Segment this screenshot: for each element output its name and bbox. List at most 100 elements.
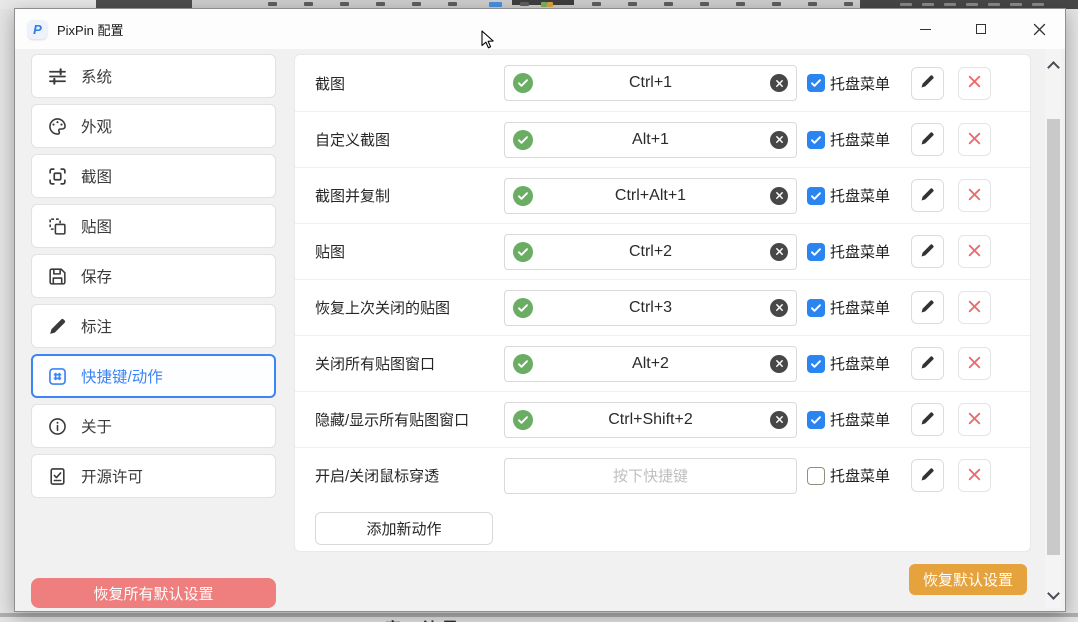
delete-action-button[interactable] <box>958 235 991 268</box>
edit-action-button[interactable] <box>911 235 944 268</box>
delete-x-icon <box>967 187 982 205</box>
tray-menu-option[interactable]: 托盘菜单 <box>807 353 890 374</box>
clear-hotkey-icon[interactable] <box>770 243 788 261</box>
maximize-button[interactable] <box>958 9 1004 49</box>
background-icon-mark <box>628 2 637 6</box>
background-icon-mark <box>304 2 313 6</box>
delete-action-button[interactable] <box>958 179 991 212</box>
sidebar-item-label: 关于 <box>81 415 112 437</box>
background-icon-mark <box>340 2 349 6</box>
clear-hotkey-icon[interactable] <box>770 74 788 92</box>
tray-menu-option[interactable]: 托盘菜单 <box>807 129 890 150</box>
hotkey-input[interactable]: 按下快捷键 <box>504 458 797 494</box>
action-label: 开启/关闭鼠标穿透 <box>315 465 504 486</box>
tray-menu-option[interactable]: 托盘菜单 <box>807 465 890 486</box>
edit-action-button[interactable] <box>911 123 944 156</box>
minimize-button[interactable] <box>902 9 948 49</box>
sidebar-item-label: 外观 <box>81 115 112 137</box>
action-label: 自定义截图 <box>315 129 504 150</box>
edit-action-button[interactable] <box>911 291 944 324</box>
tray-menu-option[interactable]: 托盘菜单 <box>807 185 890 206</box>
action-label: 隐藏/显示所有贴图窗口 <box>315 409 504 430</box>
background-text-fragment <box>900 3 912 6</box>
edit-action-button[interactable] <box>911 179 944 212</box>
close-button[interactable] <box>1016 9 1062 49</box>
hotkey-input[interactable]: Alt+1 <box>504 122 797 158</box>
hotkey-input[interactable]: Alt+2 <box>504 346 797 382</box>
hotkey-input[interactable]: Ctrl+Alt+1 <box>504 178 797 214</box>
hotkey-icon <box>47 366 68 387</box>
sidebar-item-label: 截图 <box>81 165 112 187</box>
delete-action-button[interactable] <box>958 403 991 436</box>
sidebar-item-save[interactable]: 保存 <box>31 254 276 298</box>
tray-menu-option[interactable]: 托盘菜单 <box>807 409 890 430</box>
hotkey-input[interactable]: Ctrl+Shift+2 <box>504 402 797 438</box>
sidebar-item-about[interactable]: 关于 <box>31 404 276 448</box>
delete-x-icon <box>967 243 982 261</box>
hotkey-valid-icon <box>513 354 533 374</box>
tray-menu-checkbox[interactable] <box>807 467 825 485</box>
background-icon-mark <box>376 2 385 6</box>
sidebar-item-appearance[interactable]: 外观 <box>31 104 276 148</box>
hotkey-value: Ctrl+3 <box>629 299 672 317</box>
tray-menu-option[interactable]: 托盘菜单 <box>807 73 890 94</box>
sidebar-item-system[interactable]: 系统 <box>31 54 276 98</box>
add-new-action-button[interactable]: 添加新动作 <box>315 512 493 545</box>
reset-defaults-button[interactable]: 恢复默认设置 <box>909 564 1027 595</box>
tray-menu-option[interactable]: 托盘菜单 <box>807 241 890 262</box>
hotkey-input[interactable]: Ctrl+3 <box>504 290 797 326</box>
delete-action-button[interactable] <box>958 459 991 492</box>
pencil-icon <box>919 242 936 262</box>
edit-action-button[interactable] <box>911 403 944 436</box>
vertical-scrollbar[interactable] <box>1045 49 1062 608</box>
scroll-down-icon[interactable] <box>1047 587 1060 600</box>
sidebar-item-label: 开源许可 <box>81 465 143 487</box>
edit-action-button[interactable] <box>911 347 944 380</box>
sliders-icon <box>47 66 68 87</box>
sidebar-item-hotkeys-actions[interactable]: 快捷键/动作 <box>31 354 276 398</box>
sidebar-item-pin-image[interactable]: 贴图 <box>31 204 276 248</box>
tray-menu-checkbox[interactable] <box>807 411 825 429</box>
tray-menu-checkbox[interactable] <box>807 131 825 149</box>
clear-hotkey-icon[interactable] <box>770 355 788 373</box>
pin-image-icon <box>47 216 68 237</box>
edit-action-button[interactable] <box>911 459 944 492</box>
pencil-icon <box>47 316 68 337</box>
background-icon-mark <box>808 2 817 6</box>
hotkey-input[interactable]: Ctrl+2 <box>504 234 797 270</box>
tray-menu-checkbox[interactable] <box>807 299 825 317</box>
clear-hotkey-icon[interactable] <box>770 411 788 429</box>
desktop-background: 窗口边界 P PixPin 配置 系统 外观 截图 贴图 保存 标注 <box>0 0 1078 622</box>
pencil-icon <box>919 354 936 374</box>
delete-action-button[interactable] <box>958 291 991 324</box>
delete-action-button[interactable] <box>958 347 991 380</box>
background-icon-mark <box>268 2 277 6</box>
scroll-up-icon[interactable] <box>1047 61 1060 74</box>
scrollbar-thumb[interactable] <box>1047 119 1060 555</box>
hotkey-input[interactable]: Ctrl+1 <box>504 65 797 101</box>
delete-action-button[interactable] <box>958 67 991 100</box>
sidebar-item-open-source-license[interactable]: 开源许可 <box>31 454 276 498</box>
tray-menu-checkbox[interactable] <box>807 187 825 205</box>
hotkey-row-custom-screenshot: 自定义截图 Alt+1 托盘菜单 <box>295 111 1030 167</box>
tray-menu-checkbox[interactable] <box>807 243 825 261</box>
sidebar-item-label: 标注 <box>81 315 112 337</box>
tray-menu-checkbox[interactable] <box>807 355 825 373</box>
hotkey-row-pin-image: 贴图 Ctrl+2 托盘菜单 <box>295 223 1030 279</box>
sidebar-item-screenshot[interactable]: 截图 <box>31 154 276 198</box>
clear-hotkey-icon[interactable] <box>770 299 788 317</box>
reset-all-defaults-button[interactable]: 恢复所有默认设置 <box>31 578 276 608</box>
delete-action-button[interactable] <box>958 123 991 156</box>
sidebar-item-annotate[interactable]: 标注 <box>31 304 276 348</box>
pencil-icon <box>919 186 936 206</box>
clear-hotkey-icon[interactable] <box>770 187 788 205</box>
tray-menu-checkbox[interactable] <box>807 74 825 92</box>
hotkey-row-toggle-mouse-through: 开启/关闭鼠标穿透 按下快捷键 托盘菜单 <box>295 447 1030 503</box>
edit-action-button[interactable] <box>911 67 944 100</box>
tray-menu-option[interactable]: 托盘菜单 <box>807 297 890 318</box>
clear-hotkey-icon[interactable] <box>770 131 788 149</box>
hotkey-value: Ctrl+2 <box>629 243 672 261</box>
pixpin-settings-window: P PixPin 配置 系统 外观 截图 贴图 保存 标注 快捷键/动作 关于 <box>14 8 1066 612</box>
background-icon-mark <box>844 2 853 6</box>
tray-menu-label: 托盘菜单 <box>830 185 890 206</box>
